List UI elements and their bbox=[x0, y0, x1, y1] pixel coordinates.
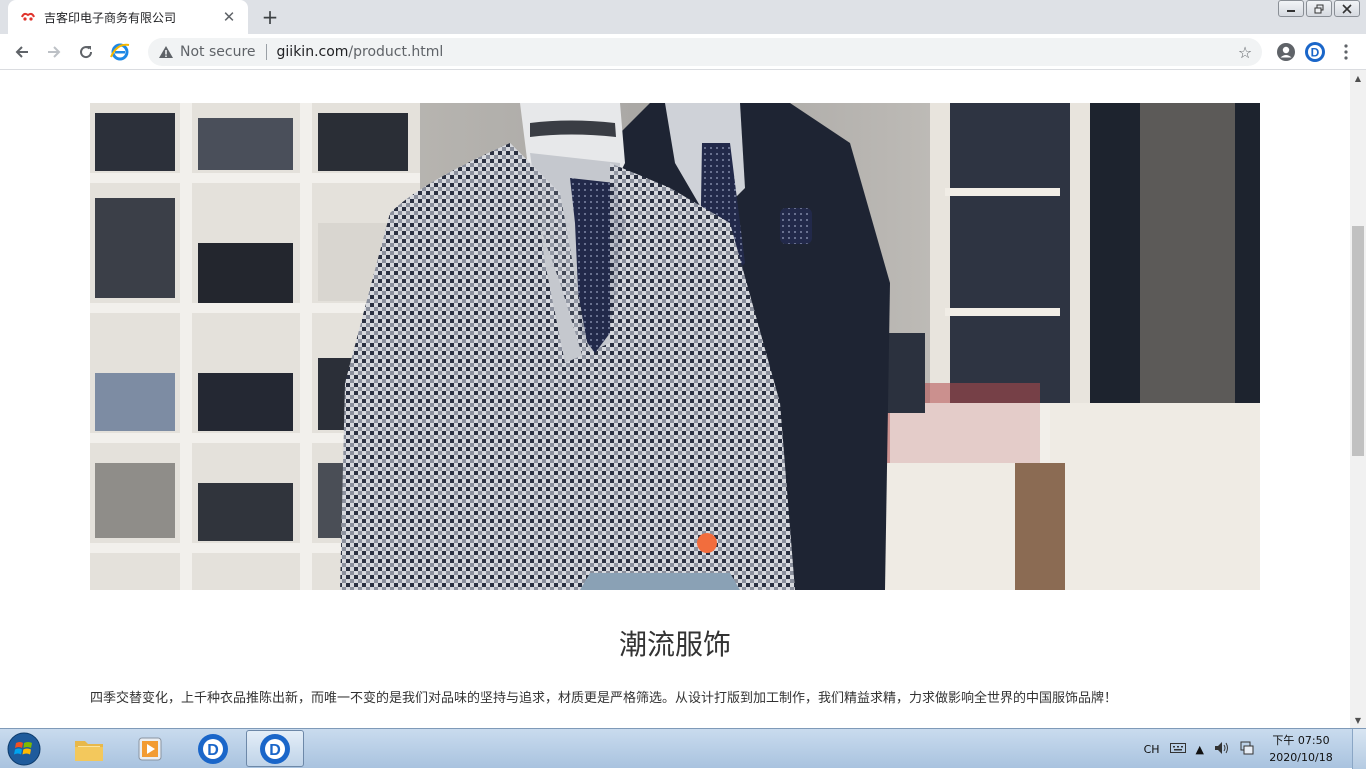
reload-icon[interactable] bbox=[74, 40, 98, 64]
system-tray: CH ▲ 下午 07:50 2020/10/18 bbox=[1144, 729, 1366, 769]
svg-text:D: D bbox=[1311, 46, 1320, 60]
keyboard-icon[interactable] bbox=[1169, 742, 1186, 756]
url-path[interactable]: /product.html bbox=[348, 44, 443, 60]
browser-tab[interactable]: 吉客印电子商务有限公司 ✕ bbox=[8, 0, 248, 34]
url-host[interactable]: giikin.com bbox=[277, 44, 349, 60]
page-viewport: 潮流服饰 四季交替变化，上千种衣品推陈出新，而唯一不变的是我们对品味的坚持与追求… bbox=[0, 70, 1350, 728]
profile-avatar-icon[interactable] bbox=[1274, 40, 1298, 64]
start-button[interactable] bbox=[4, 730, 44, 768]
media-player-icon[interactable] bbox=[122, 730, 180, 767]
warning-icon[interactable] bbox=[158, 44, 174, 60]
clock-date: 2020/10/18 bbox=[1269, 751, 1333, 764]
browser-toolbar: Not secure giikin.com/product.html ☆ D bbox=[0, 34, 1366, 70]
tray-expand-icon[interactable]: ▲ bbox=[1196, 743, 1204, 756]
tab-title: 吉客印电子商务有限公司 bbox=[44, 10, 177, 25]
address-separator bbox=[265, 44, 267, 60]
giikin-logo-icon bbox=[20, 9, 36, 25]
volume-icon[interactable] bbox=[1214, 741, 1230, 758]
product-description: 四季交替变化，上千种衣品推陈出新，而唯一不变的是我们对品味的坚持与追求，材质更是… bbox=[90, 691, 1118, 706]
page-scrollbar[interactable]: ▲ ▼ bbox=[1350, 70, 1366, 728]
clock-time: 下午 07:50 bbox=[1272, 734, 1330, 747]
svg-text:D: D bbox=[207, 742, 219, 759]
browser-menu-icon[interactable] bbox=[1334, 40, 1358, 64]
close-window-icon[interactable] bbox=[1334, 0, 1360, 17]
address-bar[interactable]: Not secure giikin.com/product.html ☆ bbox=[148, 38, 1262, 66]
forward-arrow-icon[interactable] bbox=[42, 40, 66, 64]
dingtalk-extension-icon[interactable]: D bbox=[1303, 40, 1327, 64]
new-tab-button[interactable]: + bbox=[258, 5, 282, 29]
hero-image bbox=[90, 103, 1260, 590]
close-tab-icon[interactable]: ✕ bbox=[220, 8, 238, 26]
file-explorer-icon[interactable] bbox=[60, 730, 118, 767]
ie-tab-extension-icon[interactable] bbox=[108, 40, 132, 64]
scrollbar-thumb[interactable] bbox=[1352, 226, 1364, 456]
dingtalk-icon[interactable]: D bbox=[246, 730, 304, 767]
system-clock[interactable]: 下午 07:50 2020/10/18 bbox=[1264, 732, 1338, 766]
back-arrow-icon[interactable] bbox=[10, 40, 34, 64]
bookmark-star-icon[interactable]: ☆ bbox=[1236, 43, 1254, 62]
restore-icon[interactable] bbox=[1306, 0, 1332, 17]
minimize-icon[interactable] bbox=[1278, 0, 1304, 17]
scroll-down-icon[interactable]: ▼ bbox=[1350, 712, 1366, 728]
show-desktop-button[interactable] bbox=[1352, 729, 1366, 769]
scroll-up-icon[interactable]: ▲ bbox=[1350, 70, 1366, 86]
windows-taskbar: D D CH ▲ 下午 07:50 2020/10/18 bbox=[0, 728, 1366, 769]
security-label[interactable]: Not secure bbox=[180, 44, 256, 60]
dingtalk-icon[interactable]: D bbox=[184, 730, 242, 767]
window-controls bbox=[1278, 0, 1360, 17]
svg-text:D: D bbox=[269, 742, 281, 759]
network-icon[interactable] bbox=[1240, 741, 1254, 758]
product-title: 潮流服饰 bbox=[618, 628, 731, 661]
ime-language[interactable]: CH bbox=[1144, 743, 1160, 756]
browser-tab-strip: 吉客印电子商务有限公司 ✕ + bbox=[0, 0, 1366, 34]
